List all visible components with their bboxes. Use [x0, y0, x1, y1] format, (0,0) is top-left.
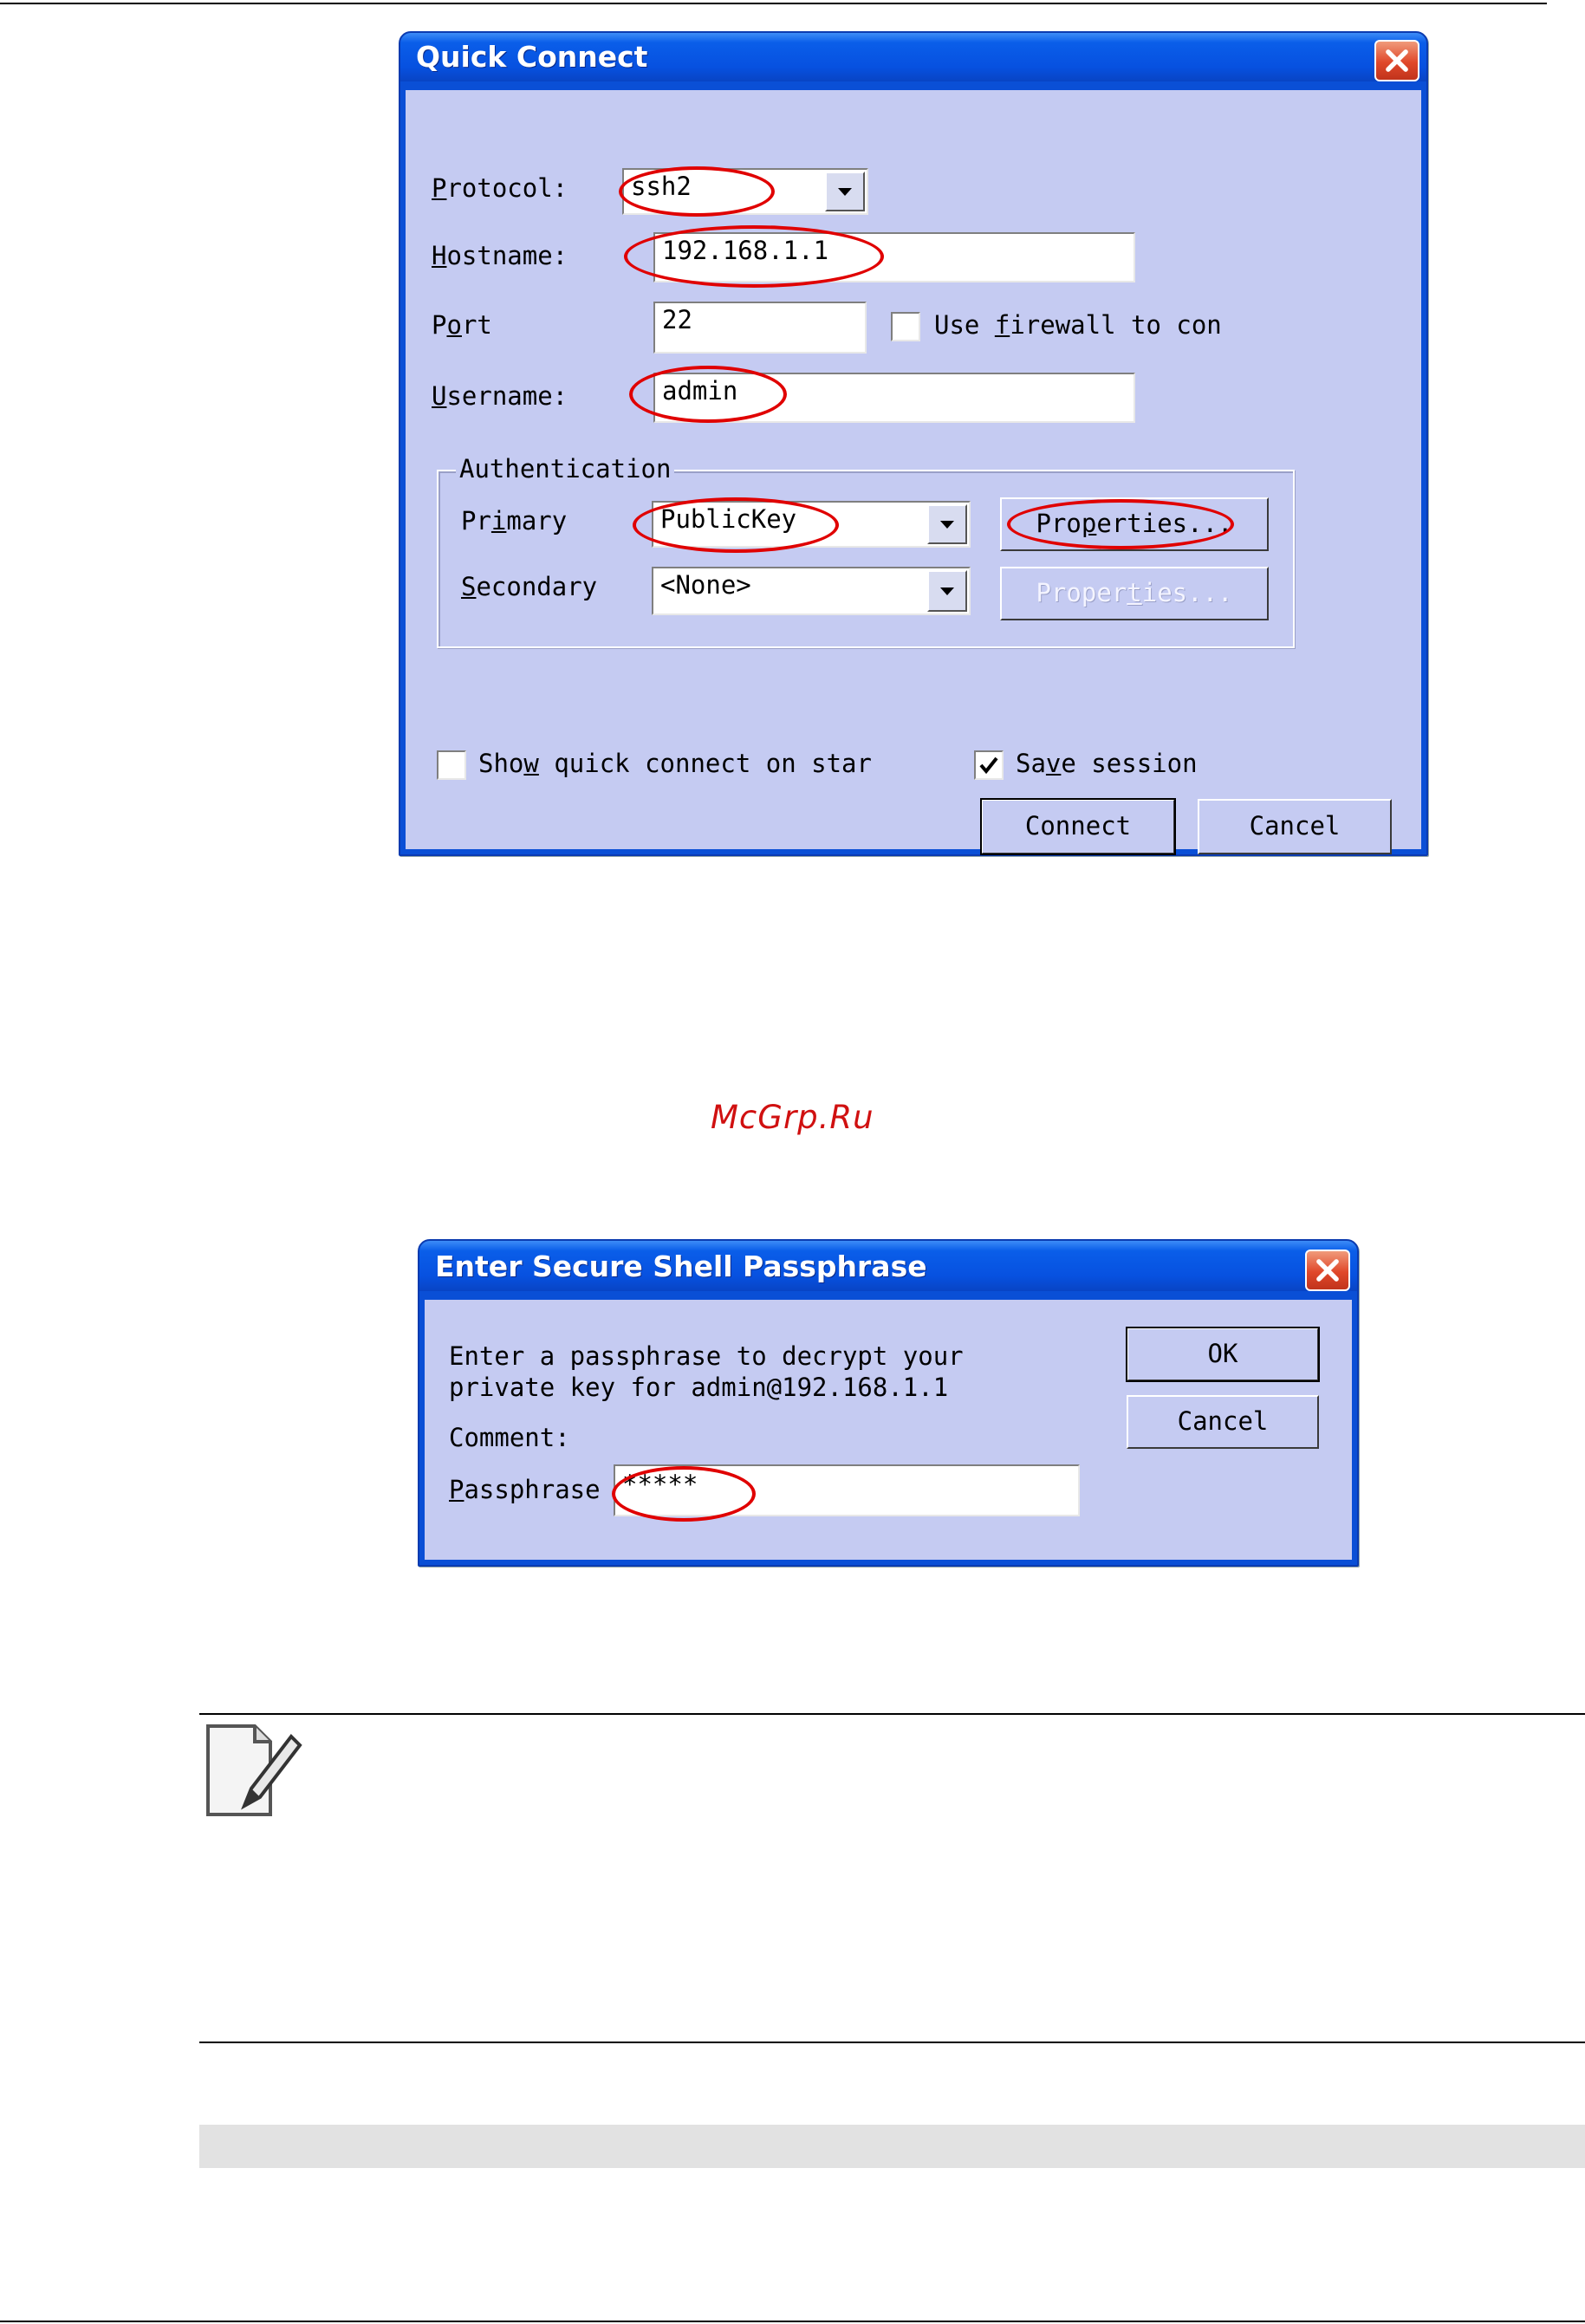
- top-rule: [0, 3, 1547, 4]
- bottom-rule: [0, 2321, 1585, 2322]
- note-pencil-icon: [206, 1724, 302, 1816]
- save-session-checkbox[interactable]: [974, 750, 1004, 780]
- chevron-down-icon[interactable]: [825, 172, 865, 211]
- firewall-label: Use firewall to con: [934, 310, 1222, 340]
- quick-connect-titlebar: Quick Connect: [400, 33, 1426, 81]
- authentication-legend: Authentication: [456, 454, 675, 484]
- passphrase-body: Enter a passphrase to decrypt your priva…: [425, 1300, 1352, 1560]
- username-input[interactable]: admin: [653, 373, 1135, 423]
- save-session-label: Save session: [1016, 749, 1198, 778]
- cancel-button[interactable]: Cancel: [1127, 1395, 1319, 1449]
- firewall-checkbox[interactable]: [891, 312, 920, 341]
- quick-connect-body: Protocol: ssh2 Hostname: 192.168.1.1 Por…: [406, 90, 1421, 855]
- protocol-label: Protocol:: [432, 173, 568, 203]
- secondary-label: Secondary: [461, 572, 598, 601]
- passphrase-label: Passphrase: [449, 1475, 601, 1504]
- chevron-down-icon[interactable]: [927, 570, 967, 612]
- checkmark-icon: [979, 756, 998, 775]
- passphrase-message-2: private key for admin@192.168.1.1: [449, 1373, 949, 1402]
- note-bottom-rule: [199, 2042, 1585, 2043]
- cancel-button[interactable]: Cancel: [1198, 799, 1392, 854]
- port-label: Port: [432, 310, 492, 340]
- chevron-down-icon[interactable]: [927, 504, 967, 544]
- quick-connect-dialog: Quick Connect Protocol: ssh2 Hostname: 1…: [399, 31, 1428, 856]
- hostname-label: Hostname:: [432, 241, 568, 270]
- passphrase-titlebar: Enter Secure Shell Passphrase: [419, 1241, 1357, 1291]
- username-label: Username:: [432, 381, 568, 411]
- primary-properties-button[interactable]: Properties...: [1000, 497, 1269, 551]
- watermark: McGrp.Ru: [711, 1099, 874, 1136]
- port-input[interactable]: 22: [653, 302, 867, 354]
- ok-button[interactable]: OK: [1126, 1327, 1320, 1382]
- hostname-input[interactable]: 192.168.1.1: [653, 232, 1135, 282]
- primary-label: Primary: [461, 506, 568, 536]
- gray-bar: [199, 2125, 1585, 2168]
- close-icon[interactable]: [1374, 40, 1419, 81]
- passphrase-title: Enter Secure Shell Passphrase: [435, 1250, 927, 1283]
- comment-label: Comment:: [449, 1423, 570, 1452]
- passphrase-message-1: Enter a passphrase to decrypt your: [449, 1341, 964, 1371]
- primary-select[interactable]: PublicKey: [652, 501, 971, 548]
- quick-connect-title: Quick Connect: [416, 40, 648, 74]
- connect-button[interactable]: Connect: [980, 798, 1176, 855]
- passphrase-dialog: Enter Secure Shell Passphrase Enter a pa…: [418, 1239, 1359, 1567]
- secondary-properties-button: Properties...: [1000, 567, 1269, 620]
- note-top-rule: [199, 1713, 1585, 1715]
- close-icon[interactable]: [1305, 1250, 1350, 1291]
- show-quick-connect-checkbox[interactable]: [437, 750, 466, 780]
- protocol-select[interactable]: ssh2: [622, 168, 868, 215]
- passphrase-input[interactable]: *****: [614, 1464, 1080, 1516]
- secondary-select[interactable]: <None>: [652, 567, 971, 615]
- authentication-group: [437, 470, 1295, 648]
- show-quick-connect-label: Show quick connect on star: [478, 749, 872, 778]
